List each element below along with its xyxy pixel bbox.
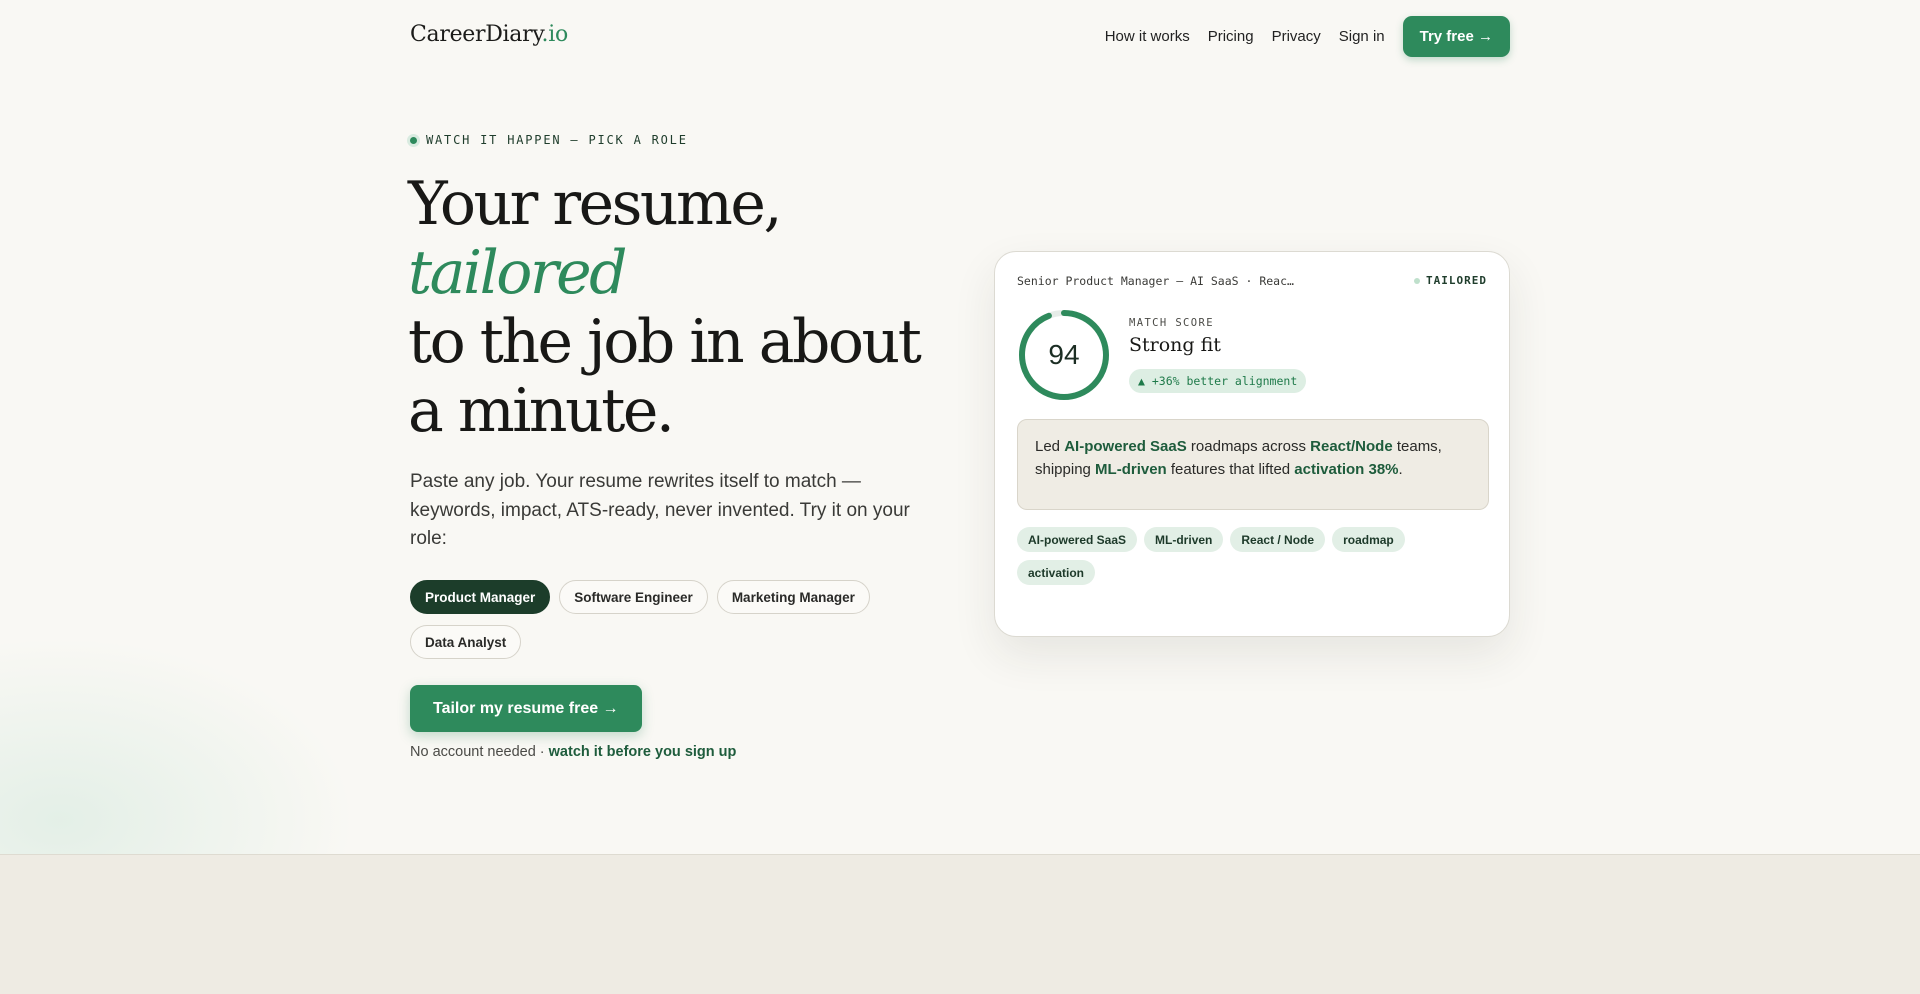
alignment-delta-badge: ▲ +36% better alignment [1129,369,1307,393]
match-score-label: MATCH SCORE [1129,317,1214,329]
nav-privacy[interactable]: Privacy [1272,16,1321,57]
bullet-keyword: React/Node [1310,438,1393,455]
tailor-resume-button[interactable]: Tailor my resume free → [410,685,642,732]
next-section [0,854,1920,994]
keyword-tags: AI-powered SaaS ML-driven React / Node r… [1017,527,1437,593]
nav-how-it-works[interactable]: How it works [1105,16,1190,57]
nav-sign-in[interactable]: Sign in [1339,16,1385,57]
tailored-bullet: Led AI-powered SaaS roadmaps across Reac… [1017,419,1489,510]
logo-tld: .io [541,22,569,47]
keyword-tag: AI-powered SaaS [1017,527,1138,552]
status-badge: TAILORED [1414,274,1487,287]
headline-line-3: to the job in about a minute. [408,307,922,446]
tailored-resume-preview-card: Senior Product Manager — AI SaaS · Reac…… [994,251,1510,637]
nav-pricing[interactable]: Pricing [1208,16,1254,57]
bullet-text: . [1398,461,1403,478]
live-dot-icon [410,136,417,144]
bullet-text: roadmaps across [1186,438,1311,455]
signup-note-text: No account needed · [410,744,545,760]
status-dot-icon [1414,277,1421,284]
page-title: Your resume, tailored to the job in abou… [408,170,968,446]
watch-demo-link[interactable]: watch it before you sign up [549,744,737,760]
bullet-text: features that lifted [1166,461,1295,478]
top-nav: How it works Pricing Privacy Sign in Try… [1105,16,1510,57]
try-free-button[interactable]: Try free → [1402,16,1510,57]
status-text: TAILORED [1426,274,1487,287]
role-chip-marketing-manager[interactable]: Marketing Manager [716,580,870,614]
bullet-keyword: ML-driven [1095,461,1167,478]
keyword-tag: activation [1017,560,1096,585]
keyword-tag: ML-driven [1144,527,1224,552]
bullet-keyword: AI-powered SaaS [1064,438,1187,455]
match-verdict: Strong fit [1129,334,1221,356]
bullet-text: Led [1035,438,1065,455]
bullet-keyword: activation 38% [1294,461,1399,478]
eyebrow: WATCH IT HAPPEN — PICK A ROLE [410,133,688,147]
headline-line-1: Your resume, [408,169,783,239]
keyword-tag: React / Node [1230,527,1326,552]
logo-name: CareerDiary [410,22,542,47]
hero-lede: Paste any job. Your resume rewrites itse… [410,471,910,549]
headline-accent: tailored [408,238,627,308]
role-chip-data-analyst[interactable]: Data Analyst [410,625,522,659]
role-picker: Product Manager Software Engineer Market… [410,580,900,670]
signup-note: No account needed · watch it before you … [410,744,736,760]
eyebrow-text: WATCH IT HAPPEN — PICK A ROLE [426,133,688,147]
keyword-tag: roadmap [1332,527,1405,552]
role-chip-product-manager[interactable]: Product Manager [410,580,551,614]
match-score-value: 94 [1048,339,1080,370]
job-title: Senior Product Manager — AI SaaS · Reac… [1017,274,1294,288]
role-chip-software-engineer[interactable]: Software Engineer [559,580,708,614]
logo[interactable]: CareerDiary.io [410,22,568,47]
